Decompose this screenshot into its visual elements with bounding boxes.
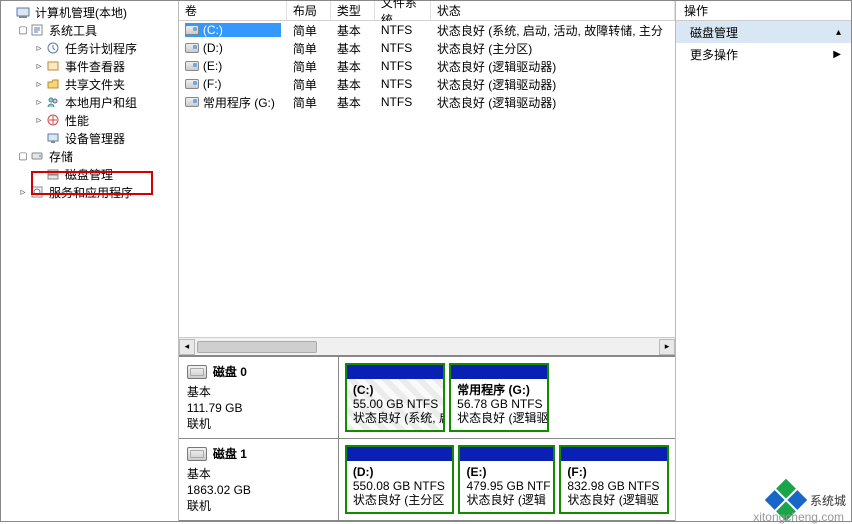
main-content: 卷 布局 类型 文件系统 状态 (C:) 简单 基本 NTFS 状态良好 (系统…	[179, 1, 676, 521]
disk-row: 磁盘 0 基本 111.79 GB 联机 (C:) 55.00 GB NTFS …	[179, 357, 675, 439]
tree-device-manager[interactable]: 设备管理器	[3, 129, 178, 147]
tree-disk-management[interactable]: 磁盘管理	[3, 165, 178, 183]
partition[interactable]: (D:) 550.08 GB NTFS 状态良好 (主分区	[345, 445, 455, 514]
disk-info[interactable]: 磁盘 1 基本 1863.02 GB 联机	[179, 439, 339, 520]
drive-icon	[185, 79, 199, 89]
volume-list-header: 卷 布局 类型 文件系统 状态	[179, 1, 675, 21]
disk-graphical-view: 磁盘 0 基本 111.79 GB 联机 (C:) 55.00 GB NTFS …	[179, 355, 675, 521]
volume-row[interactable]: (F:) 简单 基本 NTFS 状态良好 (逻辑驱动器)	[179, 75, 675, 93]
volume-list: (C:) 简单 基本 NTFS 状态良好 (系统, 启动, 活动, 故障转储, …	[179, 21, 675, 111]
tree-root[interactable]: 计算机管理(本地)	[3, 3, 178, 21]
disk-icon	[187, 447, 207, 461]
col-volume[interactable]: 卷	[179, 1, 287, 20]
actions-header: 操作	[676, 1, 851, 21]
tree-system-tools-label: 系统工具	[49, 22, 97, 39]
drive-icon	[185, 43, 199, 53]
tree-storage[interactable]: ▢ 存储	[3, 147, 178, 165]
col-fs[interactable]: 文件系统	[375, 1, 431, 20]
tree-shared-folders[interactable]: ▹ 共享文件夹	[3, 75, 178, 93]
actions-more[interactable]: 更多操作 ▶	[676, 43, 851, 65]
col-type[interactable]: 类型	[331, 1, 375, 20]
tree-system-tools[interactable]: ▢ 系统工具	[3, 21, 178, 39]
scroll-thumb[interactable]	[197, 341, 317, 353]
disk-row: 磁盘 1 基本 1863.02 GB 联机 (D:) 550.08 GB NTF…	[179, 439, 675, 521]
drive-icon	[185, 97, 199, 107]
nav-tree: 计算机管理(本地) ▢ 系统工具 ▹ 任务计划程序 ▹ 事件查看器 ▹ 共享文件…	[1, 1, 179, 521]
tree-event-viewer[interactable]: ▹ 事件查看器	[3, 57, 178, 75]
partition[interactable]: (F:) 832.98 GB NTFS 状态良好 (逻辑驱	[559, 445, 669, 514]
partition[interactable]: (E:) 479.95 GB NTF 状态良好 (逻辑	[458, 445, 555, 514]
disk-icon	[187, 365, 207, 379]
actions-section-diskmgmt[interactable]: 磁盘管理 ▴	[676, 21, 851, 43]
volume-row[interactable]: 常用程序 (G:) 简单 基本 NTFS 状态良好 (逻辑驱动器)	[179, 93, 675, 111]
tree-services-apps[interactable]: ▹ 服务和应用程序	[3, 183, 178, 201]
drive-icon	[185, 25, 199, 35]
tree-local-users[interactable]: ▹ 本地用户和组	[3, 93, 178, 111]
volume-row[interactable]: (E:) 简单 基本 NTFS 状态良好 (逻辑驱动器)	[179, 57, 675, 75]
actions-pane: 操作 磁盘管理 ▴ 更多操作 ▶	[676, 1, 851, 521]
partition[interactable]: (C:) 55.00 GB NTFS 状态良好 (系统, 启动,	[345, 363, 445, 432]
col-status[interactable]: 状态	[431, 1, 675, 20]
collapse-icon: ▴	[836, 27, 841, 38]
volume-row[interactable]: (C:) 简单 基本 NTFS 状态良好 (系统, 启动, 活动, 故障转储, …	[179, 21, 675, 39]
col-layout[interactable]: 布局	[287, 1, 331, 20]
tree-performance[interactable]: ▹ 性能	[3, 111, 178, 129]
chevron-right-icon: ▶	[833, 49, 841, 60]
disk-info[interactable]: 磁盘 0 基本 111.79 GB 联机	[179, 357, 339, 438]
drive-icon	[185, 61, 199, 71]
scroll-right-button[interactable]: ▸	[659, 339, 675, 355]
scroll-left-button[interactable]: ◂	[179, 339, 195, 355]
horizontal-scrollbar[interactable]: ◂ ▸	[179, 337, 675, 355]
tree-root-label: 计算机管理(本地)	[35, 4, 127, 21]
partition[interactable]: 常用程序 (G:) 56.78 GB NTFS 状态良好 (逻辑驱动	[449, 363, 549, 432]
tree-task-scheduler[interactable]: ▹ 任务计划程序	[3, 39, 178, 57]
volume-row[interactable]: (D:) 简单 基本 NTFS 状态良好 (主分区)	[179, 39, 675, 57]
